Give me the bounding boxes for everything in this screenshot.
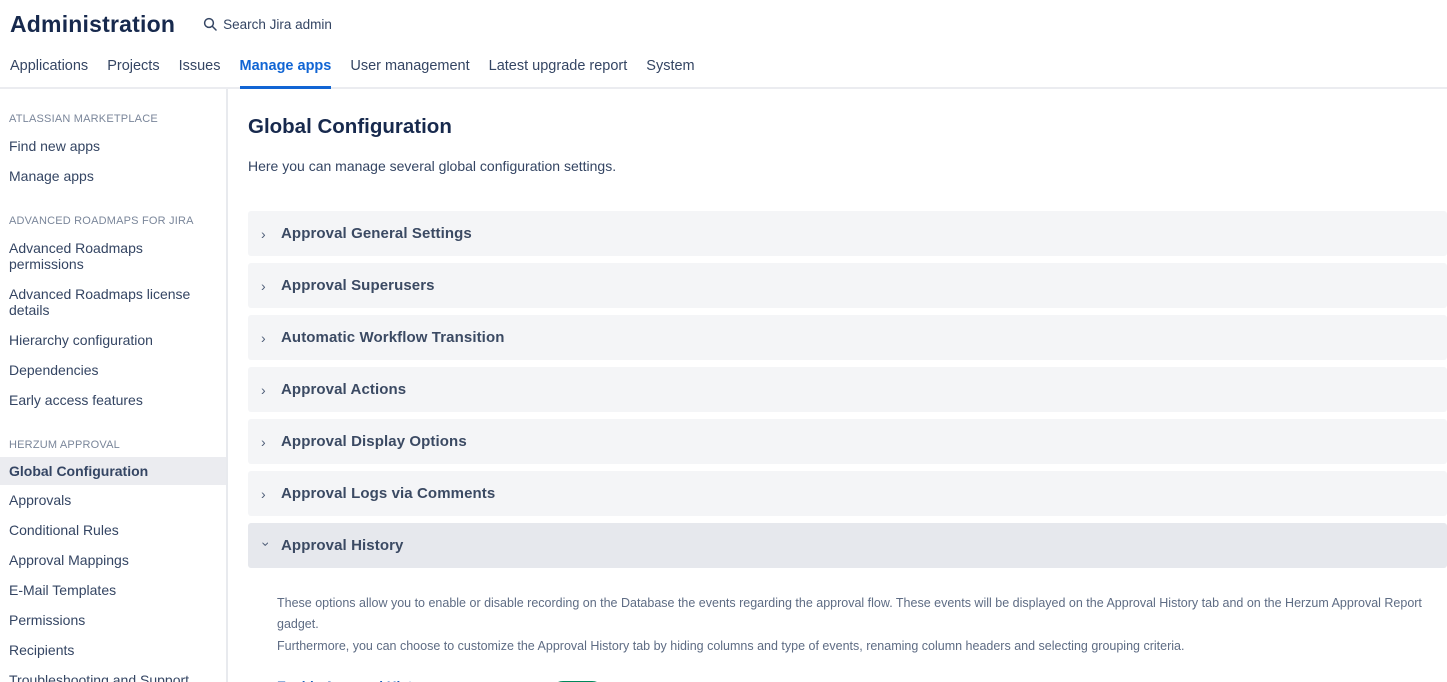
accordion-approval-display-options[interactable]: › Approval Display Options [248, 419, 1447, 464]
page-subtitle: Here you can manage several global confi… [248, 158, 1447, 174]
page-body: ATLASSIAN MARKETPLACE Find new apps Mana… [0, 89, 1447, 682]
app-title: Administration [10, 11, 175, 38]
chevron-right-icon: › [261, 435, 271, 449]
sidebar-item-hierarchy-configuration[interactable]: Hierarchy configuration [0, 325, 226, 355]
panel-title: Approval Display Options [281, 433, 467, 450]
sidebar-section-advanced-roadmaps: ADVANCED ROADMAPS FOR JIRA Advanced Road… [0, 215, 226, 415]
approval-history-description-line1: These options allow you to enable or dis… [277, 593, 1447, 635]
sidebar-item-manage-apps[interactable]: Manage apps [0, 161, 226, 191]
sidebar-item-early-access-features[interactable]: Early access features [0, 385, 226, 415]
sidebar-item-recipients[interactable]: Recipients [0, 635, 226, 665]
main-content: Global Configuration Here you can manage… [228, 89, 1447, 682]
chevron-right-icon: › [261, 227, 271, 241]
app-header: Administration Search Jira admin [0, 0, 1447, 48]
accordion-approval-logs-via-comments[interactable]: › Approval Logs via Comments [248, 471, 1447, 516]
sidebar-item-conditional-rules[interactable]: Conditional Rules [0, 515, 226, 545]
sidebar-section-herzum-approval: HERZUM APPROVAL Global Configuration App… [0, 439, 226, 682]
chevron-down-icon: › [260, 541, 274, 551]
chevron-right-icon: › [261, 487, 271, 501]
top-nav: Applications Projects Issues Manage apps… [0, 48, 1447, 89]
sidebar-item-advanced-roadmaps-license-details[interactable]: Advanced Roadmaps license details [0, 279, 226, 325]
sidebar-item-advanced-roadmaps-permissions[interactable]: Advanced Roadmaps permissions [0, 233, 226, 279]
nav-tab-user-management[interactable]: User management [350, 48, 469, 87]
nav-tab-manage-apps[interactable]: Manage apps [240, 48, 332, 87]
panel-title: Approval General Settings [281, 225, 472, 242]
search-input[interactable]: Search Jira admin [223, 17, 332, 32]
panel-title: Automatic Workflow Transition [281, 329, 504, 346]
sidebar-item-global-configuration[interactable]: Global Configuration [0, 457, 226, 485]
panel-title: Approval Logs via Comments [281, 485, 495, 502]
sidebar-item-find-new-apps[interactable]: Find new apps [0, 131, 226, 161]
nav-tab-issues[interactable]: Issues [179, 48, 221, 87]
sidebar-heading: ADVANCED ROADMAPS FOR JIRA [0, 215, 226, 233]
nav-tab-latest-upgrade-report[interactable]: Latest upgrade report [489, 48, 628, 87]
nav-tab-projects[interactable]: Projects [107, 48, 159, 87]
approval-history-content: These options allow you to enable or dis… [248, 575, 1447, 682]
panel-title: Approval Actions [281, 381, 406, 398]
accordion-approval-history[interactable]: › Approval History [248, 523, 1447, 568]
nav-tab-system[interactable]: System [646, 48, 694, 87]
sidebar-heading: HERZUM APPROVAL [0, 439, 226, 457]
sidebar-item-dependencies[interactable]: Dependencies [0, 355, 226, 385]
admin-search[interactable]: Search Jira admin [203, 17, 332, 32]
chevron-right-icon: › [261, 383, 271, 397]
approval-history-description-line2: Furthermore, you can choose to customize… [277, 636, 1447, 657]
sidebar-section-atlassian-marketplace: ATLASSIAN MARKETPLACE Find new apps Mana… [0, 113, 226, 191]
sidebar-item-approvals[interactable]: Approvals [0, 485, 226, 515]
accordion-automatic-workflow-transition[interactable]: › Automatic Workflow Transition [248, 315, 1447, 360]
panel-title: Approval Superusers [281, 277, 435, 294]
accordion-approval-actions[interactable]: › Approval Actions [248, 367, 1447, 412]
search-icon [203, 17, 217, 31]
page-title: Global Configuration [248, 115, 1447, 139]
chevron-right-icon: › [261, 331, 271, 345]
sidebar-item-approval-mappings[interactable]: Approval Mappings [0, 545, 226, 575]
nav-tab-applications[interactable]: Applications [10, 48, 88, 87]
chevron-right-icon: › [261, 279, 271, 293]
accordion-approval-general-settings[interactable]: › Approval General Settings [248, 211, 1447, 256]
sidebar: ATLASSIAN MARKETPLACE Find new apps Mana… [0, 89, 228, 682]
panel-title: Approval History [281, 537, 403, 554]
sidebar-item-troubleshooting-and-support[interactable]: Troubleshooting and Support [0, 665, 226, 682]
sidebar-item-permissions[interactable]: Permissions [0, 605, 226, 635]
sidebar-item-email-templates[interactable]: E-Mail Templates [0, 575, 226, 605]
sidebar-heading: ATLASSIAN MARKETPLACE [0, 113, 226, 131]
accordion-approval-superusers[interactable]: › Approval Superusers [248, 263, 1447, 308]
